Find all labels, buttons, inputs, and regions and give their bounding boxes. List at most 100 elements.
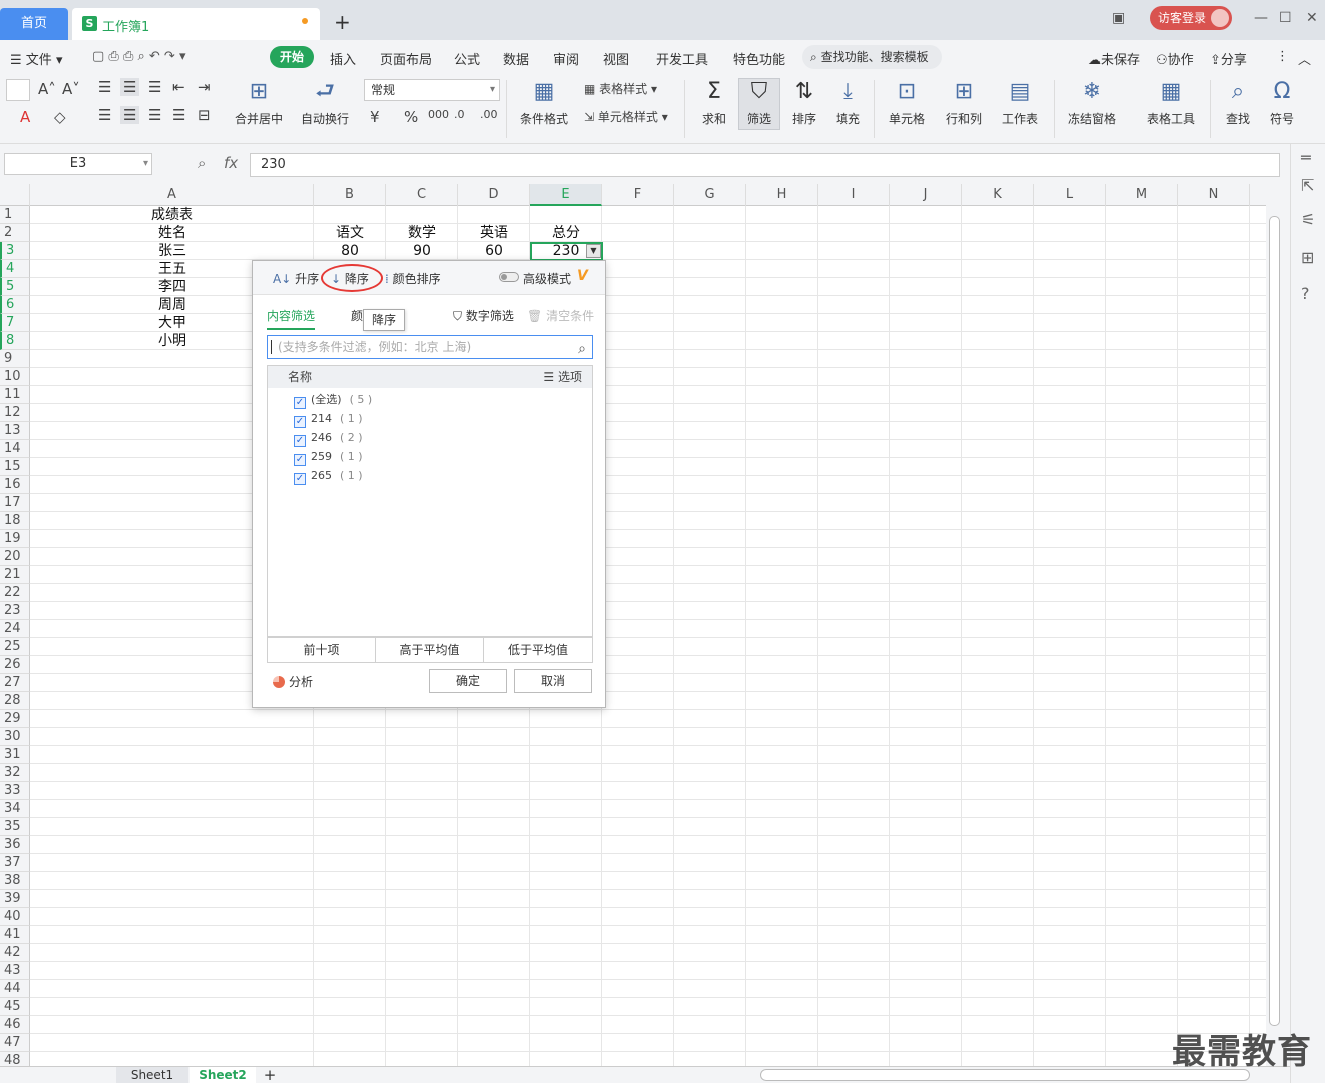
align-left-icon[interactable]: ☰ — [98, 106, 111, 124]
add-sheet-button[interactable]: + — [260, 1067, 280, 1083]
row-header-19[interactable]: 19 — [0, 530, 30, 548]
align-top-icon[interactable]: ☰ — [98, 78, 111, 96]
filter-item[interactable]: ✓ 214 ( 1 ) — [294, 411, 363, 429]
font-size-select[interactable] — [6, 79, 30, 101]
row-header-11[interactable]: 11 — [0, 386, 30, 404]
align-center-icon[interactable]: ☰ — [120, 106, 140, 124]
login-button[interactable]: 访客登录 — [1150, 6, 1232, 30]
checkbox-checked-icon[interactable]: ✓ — [294, 435, 306, 447]
indent-increase-icon[interactable]: ⇥ — [198, 78, 211, 96]
align-middle-icon[interactable]: ☰ — [120, 78, 140, 96]
find-button[interactable]: ⌕ 查找 — [1218, 78, 1258, 127]
file-menu[interactable]: ☰ 文件 ▾ — [10, 49, 62, 68]
minimize-icon[interactable]: — — [1254, 10, 1268, 30]
worksheet-grid[interactable]: ABCDEFGHIJKLMN 1 2 3 4 5 6 7 8 9 10 11 12 13 14 15 16 17… — [0, 184, 1266, 1066]
above-average-button[interactable]: 高于平均值 — [376, 638, 484, 662]
row-header-12[interactable]: 12 — [0, 404, 30, 422]
eraser-icon[interactable]: ◇ — [54, 108, 66, 126]
analysis-button[interactable]: 分析 — [273, 673, 313, 690]
cell-button[interactable]: ⊡ 单元格 — [882, 78, 932, 127]
row-header-47[interactable]: 47 — [0, 1034, 30, 1052]
row-header-13[interactable]: 13 — [0, 422, 30, 440]
freeze-panes-button[interactable]: ❄ 冻结窗格 — [1060, 78, 1124, 127]
menu-data[interactable]: 数据 — [503, 49, 529, 68]
row-header-28[interactable]: 28 — [0, 692, 30, 710]
menu-start[interactable]: 开始 — [270, 46, 314, 68]
collab-button[interactable]: ⚇协作 — [1156, 49, 1194, 68]
workbook-tab[interactable]: S 工作簿1 — [72, 8, 320, 40]
row-header-44[interactable]: 44 — [0, 980, 30, 998]
menu-page-layout[interactable]: 页面布局 — [380, 49, 432, 68]
fill-button[interactable]: ⤓ 填充 — [828, 78, 868, 127]
collapse-ribbon-icon[interactable]: ︿ — [1298, 49, 1311, 68]
thousands-icon[interactable]: 000 — [428, 108, 449, 121]
sort-asc-button[interactable]: A↓ 升序 — [273, 270, 319, 287]
row-header-17[interactable]: 17 — [0, 494, 30, 512]
row-header-46[interactable]: 46 — [0, 1016, 30, 1034]
number-format-select[interactable]: 常规 — [364, 79, 500, 101]
close-icon[interactable]: ✕ — [1306, 10, 1318, 30]
ok-button[interactable]: 确定 — [429, 669, 507, 693]
row-header-39[interactable]: 39 — [0, 890, 30, 908]
settings-sliders-icon[interactable]: ⚟ — [1301, 210, 1315, 229]
window-layout-icon[interactable]: ▣ — [1112, 10, 1125, 30]
zoom-icon[interactable]: ⌕ — [198, 154, 206, 172]
function-search[interactable]: ⌕ 查找功能、搜索模板 — [802, 45, 942, 69]
select-all-corner[interactable] — [0, 184, 30, 206]
fx-icon[interactable]: fx — [224, 154, 238, 172]
filter-dropdown-button[interactable]: ▼ — [586, 244, 601, 258]
checkbox-checked-icon[interactable]: ✓ — [294, 473, 306, 485]
filter-item[interactable]: ✓ 259 ( 1 ) — [294, 449, 363, 467]
cell-b3[interactable]: 80 — [314, 242, 386, 260]
vertical-scroll-thumb[interactable] — [1269, 216, 1280, 1026]
font-grow-icon[interactable]: A˄ — [38, 80, 56, 98]
justify-icon[interactable]: ☰ — [172, 106, 185, 124]
sort-button[interactable]: ⇅ 排序 — [784, 78, 824, 127]
sheet-tab-sheet2[interactable]: Sheet2 — [190, 1067, 256, 1083]
merge-center-button[interactable]: ⊞ 合并居中 — [228, 78, 290, 127]
name-box[interactable]: E3 — [4, 153, 152, 175]
wrap-text-button[interactable]: ⮐ 自动换行 — [296, 78, 354, 127]
column-header-c[interactable]: C — [386, 184, 458, 206]
cell-a1[interactable]: 成绩表 — [30, 206, 314, 224]
home-tab[interactable]: 首页 — [0, 8, 68, 40]
increase-decimal-icon[interactable]: .0 — [454, 108, 465, 121]
table-adjust-icon[interactable]: ⊞ — [1301, 248, 1314, 267]
more-icon[interactable]: ⋮ — [1276, 49, 1289, 64]
font-color-icon[interactable]: A — [20, 108, 30, 126]
top10-button[interactable]: 前十项 — [268, 638, 376, 662]
row-header-29[interactable]: 29 — [0, 710, 30, 728]
column-header-n[interactable]: N — [1178, 184, 1250, 206]
column-header-i[interactable]: I — [818, 184, 890, 206]
indent-decrease-icon[interactable]: ⇤ — [172, 78, 185, 96]
panel-toggle-icon[interactable]: ═ — [1301, 148, 1311, 167]
help-icon[interactable]: ? — [1301, 284, 1310, 303]
filter-item[interactable]: ✓ (全选) ( 5 ) — [294, 392, 372, 410]
row-header-23[interactable]: 23 — [0, 602, 30, 620]
font-shrink-icon[interactable]: A˅ — [62, 80, 80, 98]
quick-access-icons[interactable]: ▢ ⎙ ⎙ ⌕ ↶ ↷ ▾ — [92, 49, 185, 64]
column-header-m[interactable]: M — [1106, 184, 1178, 206]
percent-icon[interactable]: % — [404, 108, 418, 126]
row-header-21[interactable]: 21 — [0, 566, 30, 584]
column-header-f[interactable]: F — [602, 184, 674, 206]
cell-style-button[interactable]: ⇲ 单元格样式 ▾ — [584, 108, 668, 125]
cell-c2[interactable]: 数学 — [386, 224, 458, 242]
checkbox-checked-icon[interactable]: ✓ — [294, 416, 306, 428]
cell-e2[interactable]: 总分 — [530, 224, 602, 242]
row-header-14[interactable]: 14 — [0, 440, 30, 458]
row-header-22[interactable]: 22 — [0, 584, 30, 602]
row-header-35[interactable]: 35 — [0, 818, 30, 836]
filter-search-input[interactable]: (支持多条件过滤，例如：北京 上海) ⌕ — [267, 335, 593, 359]
sheet-button[interactable]: ▤ 工作表 — [994, 78, 1046, 127]
row-header-24[interactable]: 24 — [0, 620, 30, 638]
row-header-31[interactable]: 31 — [0, 746, 30, 764]
column-header-k[interactable]: K — [962, 184, 1034, 206]
row-header-43[interactable]: 43 — [0, 962, 30, 980]
menu-developer[interactable]: 开发工具 — [656, 49, 708, 68]
cell-a3[interactable]: 张三 — [30, 242, 314, 260]
menu-review[interactable]: 审阅 — [553, 49, 579, 68]
below-average-button[interactable]: 低于平均值 — [484, 638, 592, 662]
checkbox-checked-icon[interactable]: ✓ — [294, 454, 306, 466]
row-header-9[interactable]: 9 — [0, 350, 30, 368]
